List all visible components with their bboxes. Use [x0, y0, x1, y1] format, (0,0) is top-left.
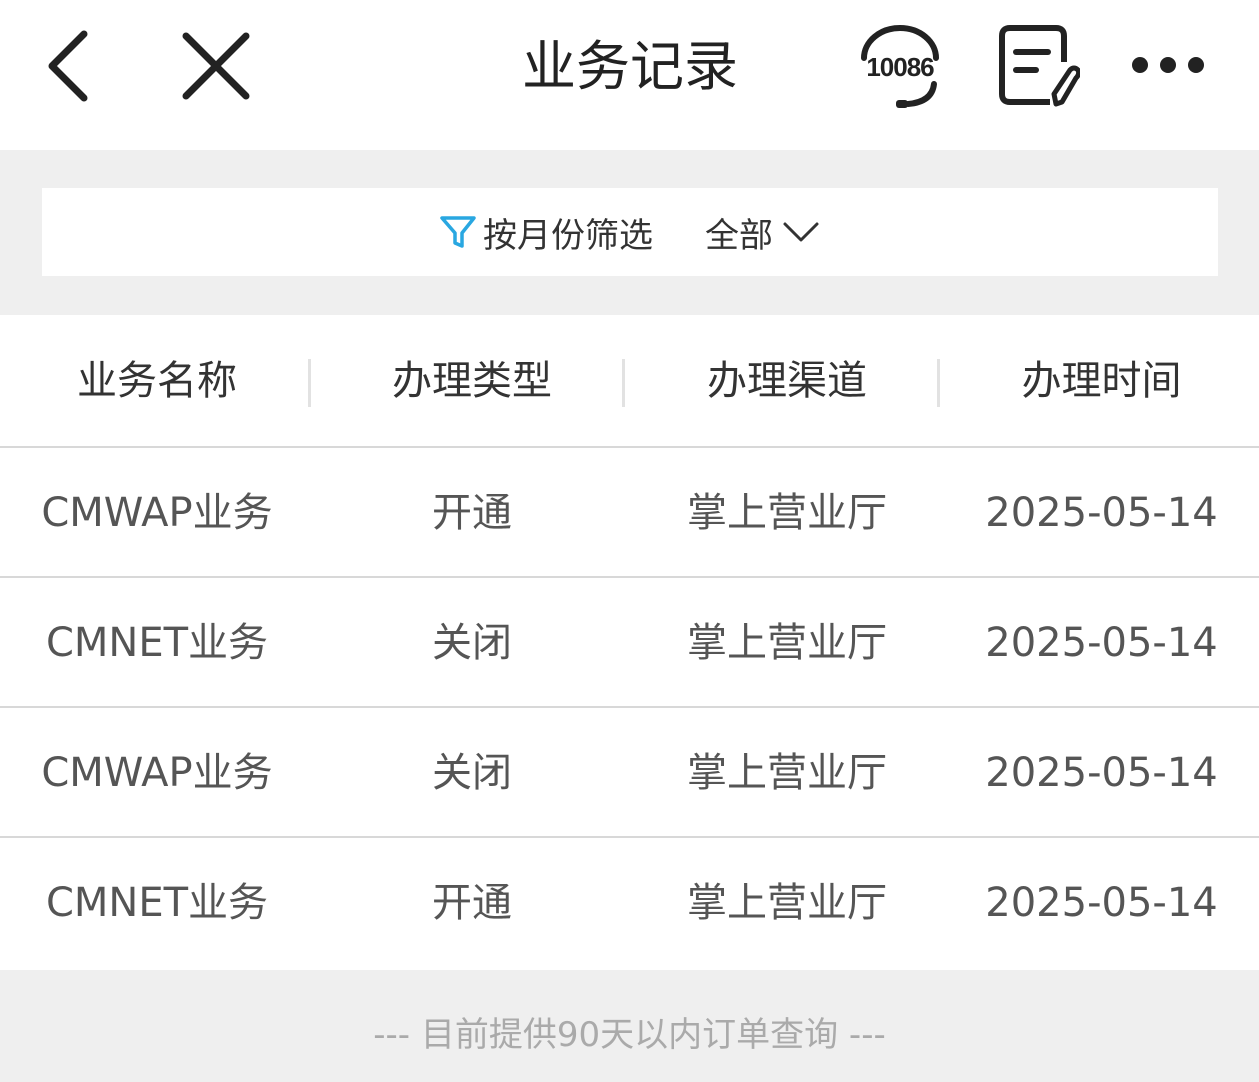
cell-time: 2025-05-14	[985, 880, 1218, 926]
col-divider	[308, 359, 311, 407]
cell-time: 2025-05-14	[985, 750, 1218, 796]
cell-handle-type: 开通	[432, 880, 512, 926]
col-divider	[937, 359, 940, 407]
cell-business-name: CMNET业务	[45, 880, 269, 926]
filter-label: 按月份筛选	[483, 215, 653, 256]
filter-value[interactable]: 全部	[705, 208, 773, 257]
col-header-handle-type: 办理类型	[392, 358, 552, 404]
top-bar: 业务记录 10086	[0, 0, 1259, 150]
business-record-table: 业务名称 办理类型 办理渠道 办理时间 CMWAP业务 开通 掌上营业厅 202…	[0, 315, 1259, 970]
close-icon[interactable]	[178, 30, 254, 102]
col-header-channel: 办理渠道	[707, 358, 867, 404]
month-filter-bar[interactable]: 按月份筛选 全部	[42, 188, 1218, 276]
filter-icon	[440, 216, 476, 248]
col-divider	[622, 359, 625, 407]
cell-time: 2025-05-14	[985, 620, 1218, 666]
back-chevron-icon[interactable]	[40, 26, 96, 106]
table-row: CMWAP业务 开通 掌上营业厅 2025-05-14	[0, 448, 1259, 578]
more-dots-icon[interactable]	[1128, 50, 1208, 80]
table-row: CMNET业务 关闭 掌上营业厅 2025-05-14	[0, 578, 1259, 708]
col-header-business-name: 业务名称	[77, 358, 237, 404]
hotline-button[interactable]: 10086	[852, 18, 948, 114]
cell-handle-type: 开通	[432, 490, 512, 536]
hotline-number: 10086	[866, 52, 934, 82]
cell-business-name: CMWAP业务	[41, 490, 273, 536]
table-header: 业务名称 办理类型 办理渠道 办理时间	[0, 315, 1259, 448]
table-row: CMWAP业务 关闭 掌上营业厅 2025-05-14	[0, 708, 1259, 838]
cell-handle-type: 关闭	[432, 750, 512, 796]
col-header-time: 办理时间	[1021, 358, 1182, 404]
cell-channel: 掌上营业厅	[687, 750, 887, 796]
cell-business-name: CMNET业务	[45, 620, 269, 666]
table-row: CMNET业务 开通 掌上营业厅 2025-05-14	[0, 838, 1259, 968]
cell-time: 2025-05-14	[985, 490, 1218, 536]
cell-channel: 掌上营业厅	[687, 880, 887, 926]
cell-business-name: CMWAP业务	[41, 750, 273, 796]
chevron-down-icon[interactable]	[781, 218, 821, 246]
cell-channel: 掌上营业厅	[687, 620, 887, 666]
cell-handle-type: 关闭	[432, 620, 512, 666]
cell-channel: 掌上营业厅	[687, 490, 887, 536]
query-range-note: --- 目前提供90天以内订单查询 ---	[373, 1015, 886, 1055]
edit-note-icon[interactable]	[996, 22, 1080, 110]
page-title: 业务记录	[522, 35, 738, 98]
